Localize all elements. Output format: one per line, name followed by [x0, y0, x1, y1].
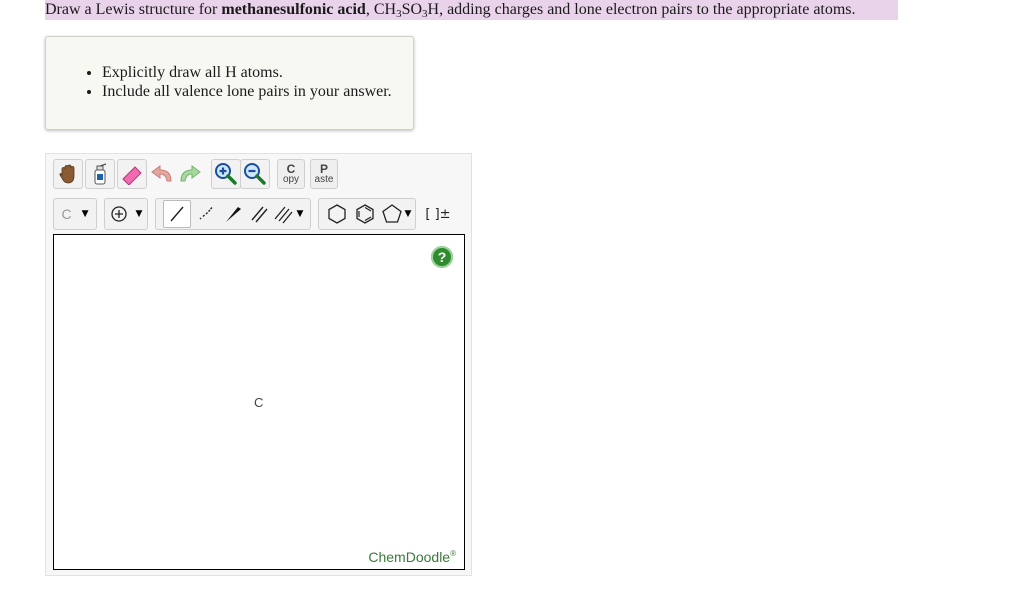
brand-name: ChemDoodle	[368, 549, 451, 565]
triple-bond-icon	[274, 206, 293, 224]
instructions-box: Explicitly draw all H atoms. Include all…	[45, 36, 414, 130]
double-bond-icon	[250, 206, 268, 223]
redo-arrow-icon	[180, 165, 201, 182]
drawing-canvas[interactable]: C ? ChemDoodle®	[53, 234, 465, 570]
charge-select[interactable]: ▼	[104, 198, 148, 230]
chevron-down-icon: ▼	[81, 209, 89, 219]
question-prefix: Draw a Lewis structure for	[45, 1, 222, 18]
paste-label-rest: aste	[314, 174, 334, 185]
chemical-formula: CH3SO3H	[373, 1, 440, 20]
bond-tools: ▼	[155, 198, 311, 230]
zoom-out-button[interactable]	[240, 159, 270, 189]
help-button[interactable]: ?	[431, 246, 453, 268]
wedge-bond-tool[interactable]	[219, 200, 247, 228]
eraser-tool[interactable]	[117, 159, 147, 189]
formula-so: SO	[401, 1, 423, 18]
hashed-bond-tool[interactable]	[191, 200, 219, 228]
eraser-icon	[122, 166, 142, 185]
element-select[interactable]: C ▼	[53, 198, 97, 230]
benzene-icon	[355, 204, 374, 224]
ring-tools: ▼	[318, 198, 416, 230]
redo-button[interactable]	[175, 159, 205, 189]
question-comma: ,	[365, 1, 374, 18]
paste-button[interactable]: P aste	[310, 159, 338, 189]
zoom-out-icon	[244, 163, 266, 185]
question-text: Draw a Lewis structure for methanesulfon…	[45, 0, 898, 20]
instruction-item: Explicitly draw all H atoms.	[102, 63, 413, 82]
chevron-down-icon[interactable]: ▼	[297, 209, 304, 219]
registered-mark: ®	[450, 549, 456, 558]
element-select-value: C	[61, 206, 72, 222]
bracket-charge-label: [ ]±	[425, 206, 451, 222]
cyclohexane-tool[interactable]	[323, 200, 351, 228]
clear-tool[interactable]	[85, 159, 115, 189]
instruction-item: Include all valence lone pairs in your a…	[102, 82, 413, 101]
chevron-down-icon: ▼	[135, 209, 143, 219]
single-bond-tool[interactable]	[162, 200, 191, 228]
question-suffix: , adding charges and lone electron pairs…	[439, 1, 856, 18]
compound-name: methanesulfonic acid	[221, 1, 366, 18]
cyclopentane-tool[interactable]	[379, 200, 405, 228]
single-bond-icon	[169, 206, 184, 222]
plus-charge-icon	[110, 206, 127, 222]
zoom-in-icon	[215, 163, 237, 185]
hexagon-icon	[327, 204, 346, 224]
pan-hand-tool[interactable]	[53, 159, 83, 189]
carbon-atom[interactable]: C	[254, 395, 263, 410]
chevron-down-icon[interactable]: ▼	[405, 209, 412, 219]
chemdoodle-brand: ChemDoodle®	[368, 549, 456, 565]
chemdoodle-sketcher: C opy P aste C ▼ ▼ ▼ ▼ []± C ? ChemDood…	[45, 153, 472, 576]
benzene-tool[interactable]	[351, 200, 379, 228]
zoom-in-button[interactable]	[211, 159, 241, 189]
copy-label-rest: opy	[282, 174, 300, 185]
undo-arrow-icon	[151, 165, 172, 182]
instructions-list: Explicitly draw all H atoms. Include all…	[46, 63, 413, 101]
undo-button[interactable]	[147, 159, 177, 189]
clear-bottle-icon	[94, 163, 107, 185]
formula-ch: CH	[373, 1, 397, 18]
hashed-bond-icon	[199, 207, 213, 220]
bracket-charge-tool[interactable]: [ ]±	[422, 198, 454, 230]
wedge-bond-icon	[225, 207, 241, 222]
hand-icon	[59, 164, 75, 184]
formula-h: H	[427, 1, 440, 18]
triple-bond-tool[interactable]	[271, 200, 295, 228]
copy-button[interactable]: C opy	[277, 159, 305, 189]
double-bond-tool[interactable]	[247, 200, 271, 228]
pentagon-icon	[381, 204, 402, 223]
